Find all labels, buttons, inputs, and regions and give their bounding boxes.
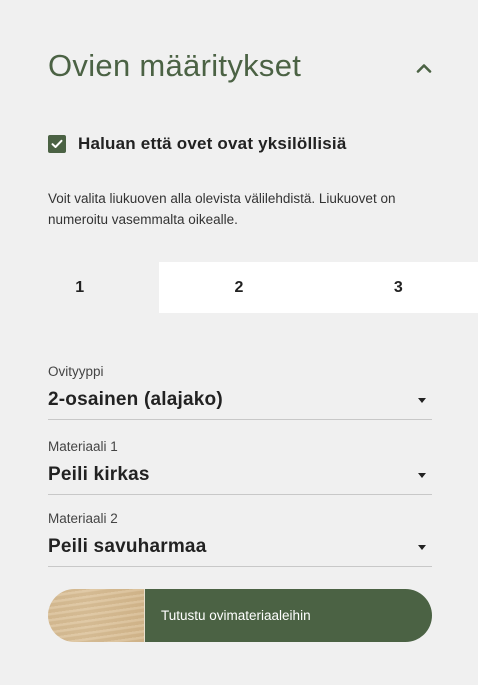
explore-materials-label: Tutustu ovimateriaaleihin <box>144 589 432 642</box>
door-type-value: 2-osainen (alajako) <box>48 389 223 410</box>
checkmark-icon <box>51 139 63 148</box>
door-type-field: Ovityyppi 2-osainen (alajako) <box>48 363 432 420</box>
help-text: Voit valita liukuoven alla olevista väli… <box>48 191 396 227</box>
material-2-select[interactable]: Peili savuharmaa <box>48 528 432 566</box>
door-settings-header: Ovien määritykset Haluan että ovet ovat … <box>0 0 478 262</box>
unique-doors-label: Haluan että ovet ovat yksilöllisiä <box>78 134 347 153</box>
material-2-label: Materiaali 2 <box>48 511 118 526</box>
chevron-up-icon <box>416 64 432 73</box>
material-1-field: Materiaali 1 Peili kirkas <box>48 438 432 495</box>
door-tabs: 1 2 3 <box>0 262 478 313</box>
tab-door-3[interactable]: 3 <box>318 262 478 313</box>
door-type-label: Ovityyppi <box>48 364 104 379</box>
material-1-value: Peili kirkas <box>48 464 150 485</box>
collapse-button[interactable] <box>408 52 440 84</box>
explore-materials-button[interactable]: Tutustu ovimateriaaleihin <box>48 589 432 642</box>
door-type-select[interactable]: 2-osainen (alajako) <box>48 381 432 419</box>
tab-door-2[interactable]: 2 <box>159 262 319 313</box>
unique-doors-option[interactable]: Haluan että ovet ovat yksilöllisiä <box>48 134 347 154</box>
caret-down-icon <box>418 545 426 550</box>
unique-doors-checkbox[interactable] <box>48 135 66 153</box>
wood-texture-image <box>48 589 144 642</box>
material-2-field: Materiaali 2 Peili savuharmaa <box>48 510 432 567</box>
material-1-select[interactable]: Peili kirkas <box>48 456 432 494</box>
caret-down-icon <box>418 473 426 478</box>
tab-door-1[interactable]: 1 <box>0 262 160 313</box>
door-config-panel: Ovityyppi 2-osainen (alajako) Materiaali… <box>0 313 478 685</box>
section-title: Ovien määritykset <box>48 48 302 83</box>
material-2-value: Peili savuharmaa <box>48 536 207 557</box>
caret-down-icon <box>418 398 426 403</box>
material-1-label: Materiaali 1 <box>48 439 118 454</box>
